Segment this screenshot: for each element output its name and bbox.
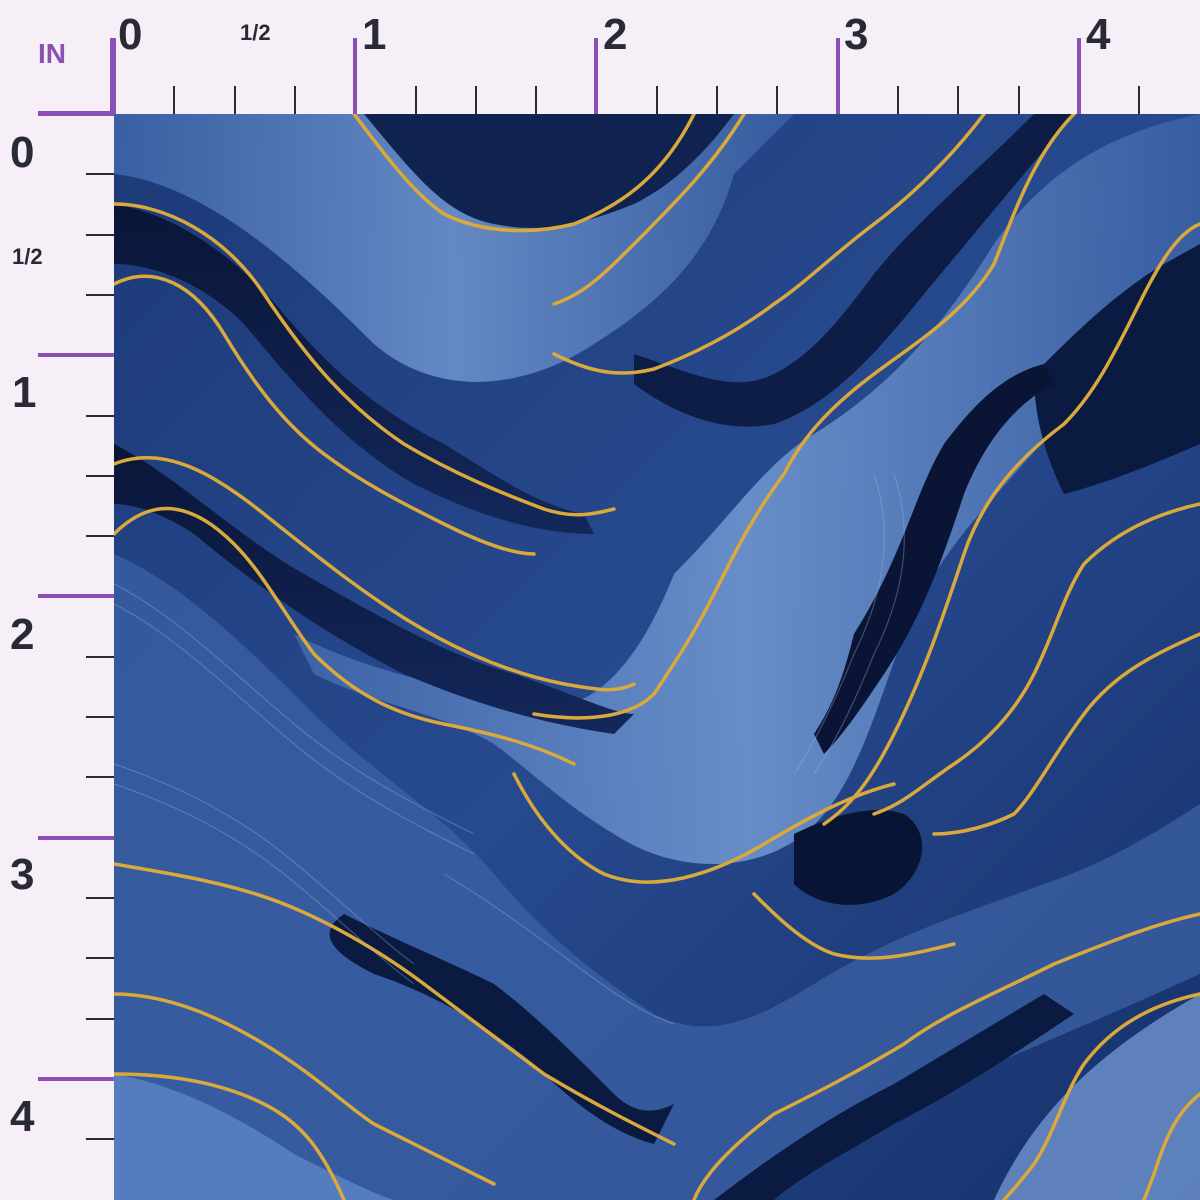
top-ruler-label-3: 3 bbox=[844, 10, 869, 59]
top-ruler-tick bbox=[293, 86, 296, 114]
top-ruler-major-tick bbox=[1076, 38, 1081, 114]
left-ruler-tick bbox=[86, 716, 114, 718]
left-ruler-tick bbox=[86, 776, 114, 779]
left-ruler-major-tick bbox=[38, 353, 114, 358]
left-ruler-major-tick bbox=[38, 594, 114, 599]
left-ruler-tick bbox=[86, 1017, 114, 1020]
top-ruler-label-4: 4 bbox=[1086, 10, 1111, 59]
left-ruler-tick bbox=[86, 896, 114, 899]
top-ruler-tick bbox=[474, 86, 477, 114]
top-ruler-tick bbox=[1017, 86, 1020, 114]
left-ruler-tick bbox=[86, 173, 114, 176]
left-ruler-tick bbox=[86, 233, 114, 236]
left-ruler-major-tick bbox=[38, 1076, 114, 1081]
left-ruler-label-1: 1 bbox=[12, 368, 37, 417]
left-ruler: 0 1/2 1 2 3 4 bbox=[0, 0, 114, 1200]
left-ruler-label-2: 2 bbox=[10, 610, 35, 659]
top-ruler-tick bbox=[776, 86, 779, 114]
top-ruler-label-2: 2 bbox=[603, 10, 628, 59]
left-ruler-label-0: 0 bbox=[10, 128, 35, 177]
top-ruler-major-tick bbox=[353, 38, 358, 114]
top-ruler-tick bbox=[716, 86, 718, 114]
top-ruler-tick bbox=[233, 86, 236, 114]
left-ruler-tick bbox=[86, 414, 114, 417]
top-ruler-tick bbox=[655, 86, 658, 114]
left-ruler-major-tick bbox=[38, 112, 114, 116]
top-ruler-tick bbox=[535, 86, 538, 114]
top-ruler-major-tick bbox=[835, 38, 840, 114]
blue-marble-pattern bbox=[114, 114, 1200, 1200]
left-ruler-tick bbox=[86, 957, 114, 960]
left-ruler-tick bbox=[86, 535, 114, 538]
left-ruler-label-half: 1/2 bbox=[12, 244, 43, 269]
left-ruler-major-tick bbox=[38, 835, 114, 840]
fabric-swatch bbox=[114, 114, 1200, 1200]
left-ruler-label-3: 3 bbox=[10, 850, 35, 899]
top-ruler-tick bbox=[414, 86, 417, 114]
top-ruler-tick bbox=[896, 86, 899, 114]
left-ruler-tick bbox=[86, 655, 114, 658]
top-ruler-tick bbox=[173, 86, 176, 114]
top-ruler-label-1: 1 bbox=[362, 10, 387, 59]
top-ruler-tick bbox=[957, 86, 960, 114]
top-ruler: 0 1/2 1 2 3 4 bbox=[0, 0, 1200, 114]
top-ruler-tick bbox=[1138, 86, 1141, 114]
top-ruler-label-0: 0 bbox=[118, 10, 143, 59]
left-ruler-label-4: 4 bbox=[10, 1092, 35, 1141]
top-ruler-label-half: 1/2 bbox=[240, 20, 271, 45]
top-ruler-major-tick bbox=[594, 38, 599, 114]
left-ruler-tick bbox=[86, 474, 114, 477]
left-ruler-tick bbox=[86, 1138, 114, 1141]
left-ruler-tick bbox=[86, 293, 114, 296]
